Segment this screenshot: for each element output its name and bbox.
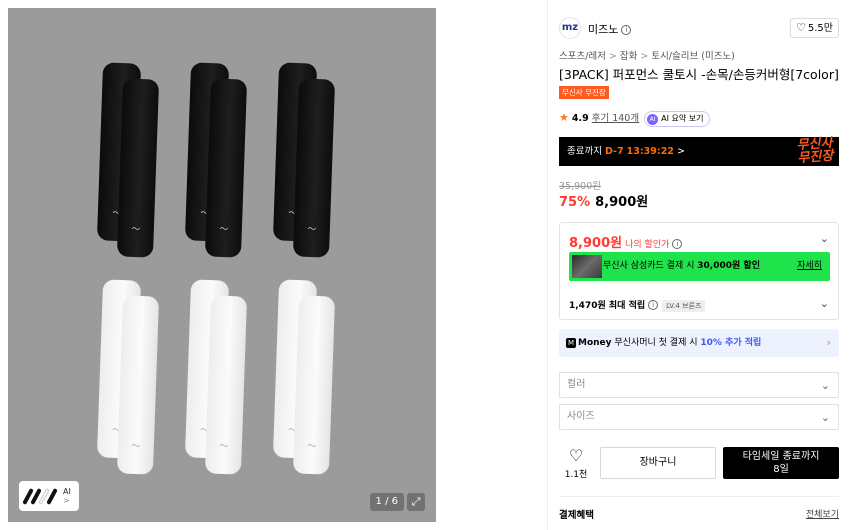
heart-icon: ♡	[568, 446, 584, 465]
money-brand: Money	[578, 338, 612, 348]
discount-rate: 75%	[559, 195, 591, 210]
benefit-box: 8,900원 나의 할인가 i ⌄ 무신사 삼성카드 결제 시 30,000원 할인…	[559, 222, 839, 320]
timer-prefix: 종료까지	[567, 146, 602, 157]
breadcrumb-separator: >	[640, 51, 649, 62]
chevron-down-icon: ⌄	[820, 379, 830, 392]
points-text: 1,470원 최대 적립	[569, 301, 646, 311]
card-promo-text: 무신사 삼성카드 결제 시 30,000원 할인	[603, 252, 760, 281]
timesale-banner[interactable]: 종료까지 D-7 13:39:22 > 무신사 무진장	[559, 136, 839, 167]
money-text-b: 10% 추가 적립	[700, 338, 762, 348]
original-price: 35,900원	[559, 181, 601, 192]
ai-icon: AI	[647, 114, 659, 125]
mizuno-logo-icon: 〜	[131, 224, 141, 236]
payment-view-all-link[interactable]: 전체보기	[806, 507, 839, 520]
like-button[interactable]: ♡ 5.5만	[790, 18, 839, 38]
image-pager: 1 / 6	[369, 493, 404, 511]
thumbnail-ai-label: AI >	[63, 487, 71, 505]
ai-thumbnail-button[interactable]: AI >	[19, 481, 79, 511]
info-icon[interactable]: i	[621, 25, 632, 35]
mizuno-logo-icon: 〜	[131, 441, 141, 453]
add-to-cart-button[interactable]: 장바구니	[600, 447, 716, 479]
timer-days: D-7	[605, 146, 624, 157]
arm-sleeve: 〜	[116, 78, 160, 258]
timer-text: 종료까지 D-7 13:39:22 >	[567, 137, 685, 166]
event-badge: 무신사 무진장	[559, 86, 609, 99]
my-price-label: 나의 할인가	[625, 240, 670, 250]
rating-value: 4.9	[571, 113, 589, 124]
size-select-placeholder: 사이즈	[567, 411, 595, 422]
my-price-amount: 8,900원	[569, 236, 623, 251]
card-promo-banner[interactable]: 무신사 삼성카드 결제 시 30,000원 할인 자세히	[569, 252, 830, 281]
rating-row: ★ 4.9 후기 140개 AI AI 요약 보기	[559, 110, 711, 127]
breadcrumb-item[interactable]: 토시/슬리브 (미즈노)	[651, 51, 735, 62]
ai-summary-label: AI 요약 보기	[661, 114, 704, 123]
timer-clock: 13:39:22	[626, 146, 674, 157]
arm-sleeve: 〜	[204, 78, 248, 258]
card-promo-amount: 30,000원 할인	[697, 261, 760, 271]
buy-button-line1: 타임세일 종료까지	[742, 451, 820, 462]
brand-logo[interactable]: mz	[559, 17, 581, 39]
color-select[interactable]: 컬러 ⌄	[559, 372, 839, 398]
money-logo-icon: M	[566, 338, 576, 348]
my-price-row[interactable]: 8,900원 나의 할인가 i	[569, 232, 683, 251]
breadcrumb-item[interactable]: 잡화	[620, 51, 637, 62]
chevron-down-icon: ⌄	[820, 411, 830, 424]
size-select[interactable]: 사이즈 ⌄	[559, 404, 839, 430]
like-count: 5.5만	[807, 23, 833, 34]
arm-sleeve: 〜	[292, 78, 336, 258]
wishlist-count: 1.1천	[564, 470, 588, 480]
points-row[interactable]: 1,470원 최대 적립 i LV.4 브론즈	[569, 298, 706, 312]
sale-price-row: 75% 8,900원	[559, 191, 648, 210]
card-details-link[interactable]: 자세히	[797, 252, 822, 281]
star-icon: ★	[559, 111, 569, 124]
event-logo: 무신사 무진장	[796, 136, 834, 167]
ai-summary-button[interactable]: AI AI 요약 보기	[644, 111, 711, 127]
event-logo-line2: 무진장	[797, 148, 834, 167]
info-icon[interactable]: i	[672, 239, 683, 249]
chevron-down-icon[interactable]: ⌄	[820, 297, 829, 310]
section-divider	[559, 496, 839, 497]
chevron-down-icon[interactable]: ⌄	[820, 232, 829, 245]
money-text-a: 무신사머니 첫 결제 시	[614, 338, 698, 348]
breadcrumb: 스포츠/레저 > 잡화 > 토시/슬리브 (미즈노)	[559, 48, 735, 62]
thumbnail-image	[22, 485, 60, 507]
panel-divider	[547, 0, 548, 530]
ai-label: AI	[63, 487, 71, 496]
chevron-right-icon: ›	[826, 336, 831, 349]
card-promo-text-a: 무신사 삼성카드 결제 시	[603, 261, 695, 271]
color-select-placeholder: 컬러	[567, 379, 586, 390]
wishlist-button[interactable]: ♡ 1.1천	[559, 446, 593, 481]
mizuno-logo-icon: 〜	[219, 441, 229, 453]
reviews-link[interactable]: 후기 140개	[592, 113, 639, 124]
arm-sleeve: 〜	[116, 295, 160, 475]
arm-sleeve: 〜	[204, 295, 248, 475]
heart-icon: ♡	[796, 21, 806, 34]
mizuno-logo-icon: 〜	[307, 224, 317, 236]
info-icon[interactable]: i	[648, 300, 659, 310]
breadcrumb-item[interactable]: 스포츠/레저	[559, 51, 606, 62]
buy-button-line2: 8일	[773, 464, 789, 475]
member-level-badge: LV.4 브론즈	[662, 300, 706, 312]
chevron-right-icon: >	[63, 496, 70, 505]
buy-button[interactable]: 타임세일 종료까지 8일	[723, 447, 839, 479]
card-image	[572, 255, 602, 278]
product-image-gallery[interactable]: 〜〜〜〜〜〜〜〜〜〜〜〜 AI > 1 / 6 ⤢	[8, 8, 436, 522]
chevron-right-icon: >	[676, 146, 685, 157]
brand-name-link[interactable]: 미즈노 i	[588, 21, 632, 37]
payment-benefits-title: 결제혜택	[559, 510, 594, 521]
arm-sleeve: 〜	[292, 295, 336, 475]
breadcrumb-separator: >	[608, 51, 617, 62]
musinsa-money-banner[interactable]: M Money 무신사머니 첫 결제 시 10% 추가 적립 ›	[559, 329, 839, 357]
mizuno-logo-icon: 〜	[307, 441, 317, 453]
sale-price: 8,900원	[595, 195, 649, 210]
brand-row: mz 미즈노 i ♡ 5.5만	[559, 17, 839, 39]
mizuno-logo-icon: 〜	[219, 224, 229, 236]
brand-name: 미즈노	[588, 23, 619, 36]
expand-icon[interactable]: ⤢	[407, 493, 425, 511]
product-title: [3PACK] 퍼포먼스 쿨토시 -손목/손등커버형[7color]	[559, 67, 839, 82]
money-text: M Money 무신사머니 첫 결제 시 10% 추가 적립	[566, 329, 761, 357]
